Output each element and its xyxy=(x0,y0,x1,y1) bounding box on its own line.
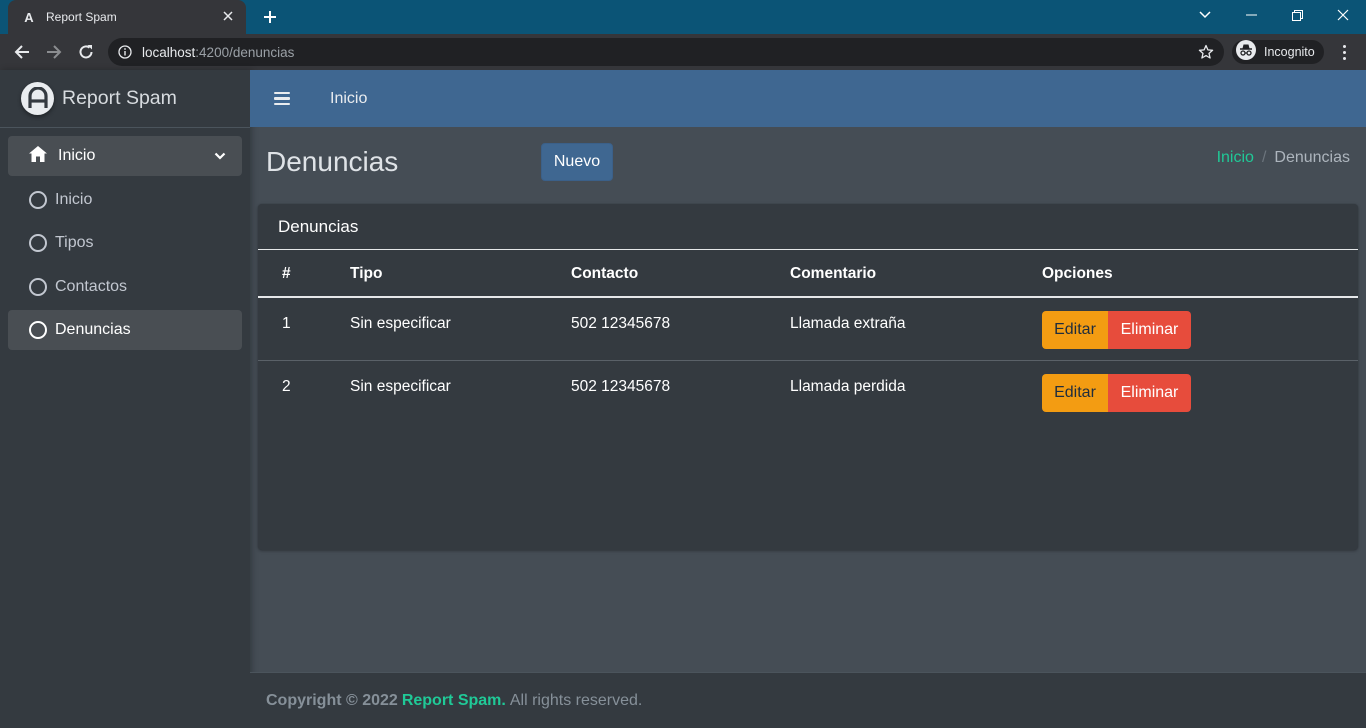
edit-button[interactable]: Editar xyxy=(1042,374,1108,412)
forward-arrow-icon[interactable] xyxy=(40,38,68,66)
cell-comentario: Llamada perdida xyxy=(790,378,906,395)
sidebar-item-tipos[interactable]: Tipos xyxy=(8,223,242,263)
sidebar-group-label: Inicio xyxy=(58,147,96,164)
tab-search-chevron-icon[interactable] xyxy=(1182,0,1228,30)
card-title: Denuncias xyxy=(258,204,1358,250)
brand-link[interactable]: Report Spam xyxy=(0,70,250,128)
sidebar-item-label: Tipos xyxy=(55,234,94,251)
sidebar-item-inicio-group[interactable]: Inicio xyxy=(8,136,242,176)
sidebar-item-label: Denuncias xyxy=(55,321,131,338)
url-path: :4200/denuncias xyxy=(195,44,295,60)
footer-brand-link[interactable]: Report Spam. xyxy=(402,692,506,710)
home-icon xyxy=(28,145,48,168)
edit-button[interactable]: Editar xyxy=(1042,311,1108,349)
sidebar: Report Spam Inicio Inicio Tipos Contacto… xyxy=(0,70,250,728)
breadcrumb-current: Denuncias xyxy=(1274,149,1350,166)
close-window-icon[interactable] xyxy=(1320,0,1366,30)
menu-toggle-icon[interactable] xyxy=(274,91,290,106)
delete-button[interactable]: Eliminar xyxy=(1108,311,1191,349)
column-header-comentario: Comentario xyxy=(790,265,877,282)
bookmark-star-icon[interactable] xyxy=(1198,44,1214,65)
cell-id: 2 xyxy=(282,378,291,395)
header-link-inicio[interactable]: Inicio xyxy=(330,90,367,108)
browser-tab[interactable]: A Report Spam xyxy=(8,0,246,34)
sidebar-item-denuncias[interactable]: Denuncias xyxy=(8,310,242,350)
table-row: 1 Sin especificar 502 12345678 Llamada e… xyxy=(258,298,1358,361)
table-header-row: # Tipo Contacto Comentario Opciones xyxy=(258,250,1358,298)
angular-favicon-icon: A xyxy=(22,10,36,24)
sidebar-item-inicio[interactable]: Inicio xyxy=(8,180,242,220)
new-tab-button[interactable] xyxy=(258,5,282,29)
footer-rights: All rights reserved. xyxy=(509,691,643,709)
circle-icon xyxy=(29,190,47,209)
breadcrumb: Inicio / Denuncias xyxy=(1217,149,1350,167)
sidebar-item-label: Inicio xyxy=(55,190,93,208)
cell-id: 1 xyxy=(282,315,291,332)
content-header: Denuncias Nuevo Inicio / Denuncias xyxy=(250,127,1366,201)
cell-opciones: Editar Eliminar xyxy=(1042,311,1191,349)
tab-title: Report Spam xyxy=(46,10,117,24)
brand-text: Report Spam xyxy=(62,87,177,109)
sidebar-nav: Inicio Inicio Tipos Contactos Denuncias xyxy=(0,128,250,350)
incognito-icon xyxy=(1236,39,1256,65)
circle-icon xyxy=(29,277,47,296)
footer: Copyright © 2022 Report Spam. All rights… xyxy=(250,672,1366,728)
main-header: Inicio xyxy=(250,70,1366,127)
footer-copyright: Copyright © 2022 xyxy=(266,691,398,709)
back-arrow-icon[interactable] xyxy=(8,38,36,66)
cell-opciones: Editar Eliminar xyxy=(1042,374,1191,412)
new-button[interactable]: Nuevo xyxy=(541,143,613,181)
sidebar-item-label: Contactos xyxy=(55,277,128,295)
browser-tab-strip: A Report Spam xyxy=(0,0,1366,34)
address-bar[interactable]: localhost:4200/denuncias xyxy=(108,38,1224,66)
denuncias-card: Denuncias # Tipo Contacto Comentario Opc… xyxy=(258,204,1358,550)
chevron-down-icon xyxy=(214,147,226,165)
reload-icon[interactable] xyxy=(72,38,100,66)
column-header-tipo: Tipo xyxy=(350,265,383,282)
minimize-icon[interactable] xyxy=(1228,0,1274,30)
incognito-indicator[interactable]: Incognito xyxy=(1232,39,1324,65)
browser-toolbar: localhost:4200/denuncias Incognito xyxy=(0,34,1366,70)
cell-comentario: Llamada extraña xyxy=(790,315,906,332)
column-header-id: # xyxy=(282,265,291,282)
breadcrumb-home-link[interactable]: Inicio xyxy=(1217,149,1254,167)
svg-text:A: A xyxy=(24,10,34,24)
page-title: Denuncias xyxy=(266,146,399,177)
cell-contacto: 502 12345678 xyxy=(571,378,671,395)
denuncias-table: # Tipo Contacto Comentario Opciones 1 Si… xyxy=(258,250,1358,424)
circle-icon xyxy=(29,321,47,339)
url-host: localhost xyxy=(142,44,196,60)
tab-close-icon[interactable] xyxy=(220,8,236,26)
cell-contacto: 502 12345678 xyxy=(571,315,671,332)
column-header-contacto: Contacto xyxy=(571,265,639,282)
cell-tipo: Sin especificar xyxy=(350,315,451,332)
sidebar-item-contactos[interactable]: Contactos xyxy=(8,267,242,307)
site-info-icon[interactable] xyxy=(108,45,142,59)
breadcrumb-separator: / xyxy=(1261,149,1267,166)
browser-menu-icon[interactable] xyxy=(1334,42,1354,62)
brand-logo-icon xyxy=(21,82,54,115)
cell-tipo: Sin especificar xyxy=(350,378,451,395)
incognito-label: Incognito xyxy=(1264,45,1315,59)
circle-icon xyxy=(29,234,47,252)
column-header-opciones: Opciones xyxy=(1042,265,1113,282)
delete-button[interactable]: Eliminar xyxy=(1108,374,1191,412)
restore-icon[interactable] xyxy=(1274,0,1320,30)
table-row: 2 Sin especificar 502 12345678 Llamada p… xyxy=(258,361,1358,424)
